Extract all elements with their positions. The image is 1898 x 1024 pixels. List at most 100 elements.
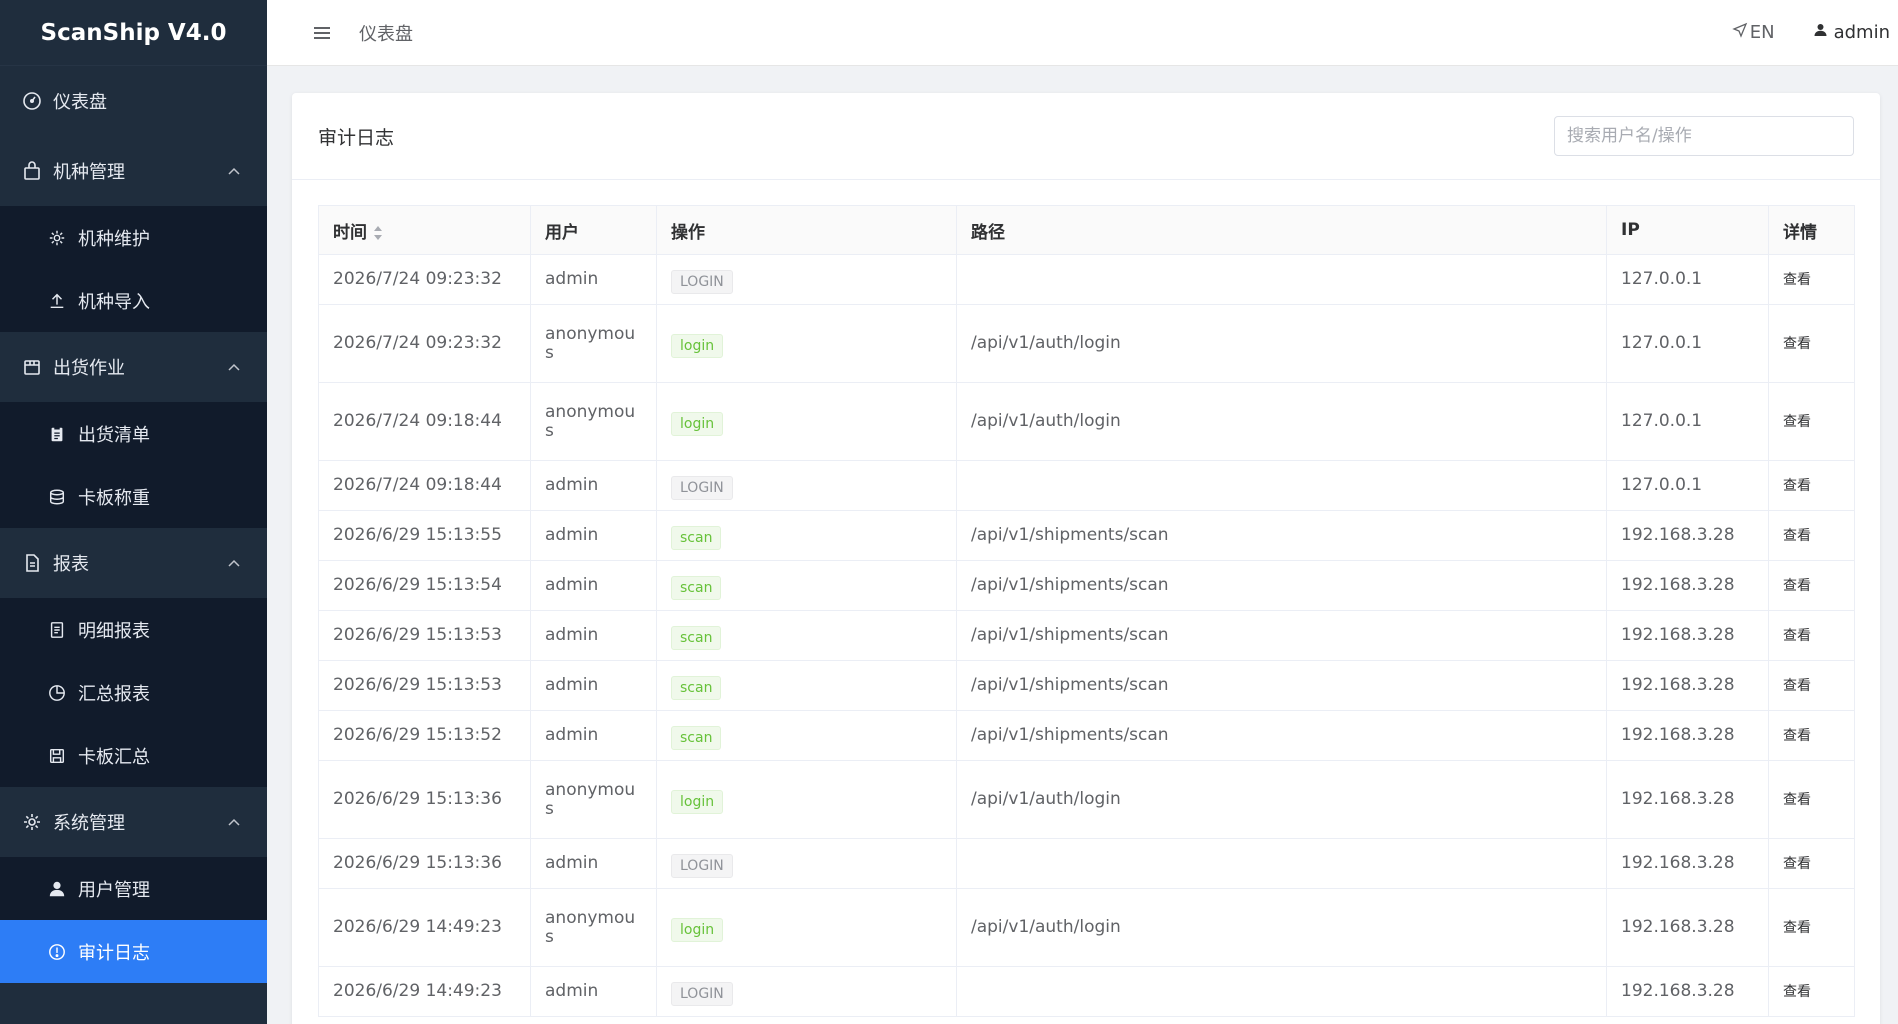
view-detail-link[interactable]: 查看 bbox=[1783, 678, 1811, 694]
sidebar-item-pallet-weigh[interactable]: 卡板称重 bbox=[0, 465, 267, 528]
sort-icon[interactable] bbox=[373, 225, 383, 241]
user-menu[interactable]: admin bbox=[1813, 22, 1890, 43]
cell-user: anonymous bbox=[530, 304, 657, 383]
cell-path: /api/v1/auth/login bbox=[956, 888, 1607, 967]
cell-detail: 查看 bbox=[1768, 838, 1855, 889]
audit-log-table: 时间 用户 操作 路径 IP 详情 2026/7/24 09:23:32 admi… bbox=[318, 205, 1855, 1017]
table-row: 2026/7/24 09:23:32 anonymous login/api/v1/… bbox=[318, 304, 1855, 383]
cell-ip: 192.168.3.28 bbox=[1606, 510, 1769, 561]
table-row: 2026/7/24 09:18:44 admin LOGIN 127.0.0.1 查看 bbox=[318, 460, 1855, 511]
cell-detail: 查看 bbox=[1768, 560, 1855, 611]
sidebar-group-system[interactable]: 系统管理 bbox=[0, 787, 267, 857]
language-switch[interactable]: EN bbox=[1732, 22, 1775, 43]
cell-ip: 127.0.0.1 bbox=[1606, 382, 1769, 461]
cell-action: scan bbox=[656, 710, 957, 761]
action-tag: login bbox=[671, 333, 724, 358]
sidebar-group-reports[interactable]: 报表 bbox=[0, 528, 267, 598]
cell-time: 2026/6/29 15:13:55 bbox=[318, 510, 531, 561]
action-tag: login bbox=[671, 917, 724, 942]
view-detail-link[interactable]: 查看 bbox=[1783, 272, 1811, 288]
sidebar-group-label: 系统管理 bbox=[53, 813, 125, 834]
view-detail-link[interactable]: 查看 bbox=[1783, 792, 1811, 808]
cell-action: LOGIN bbox=[656, 966, 957, 1017]
audit-log-table-wrap: 时间 用户 操作 路径 IP 详情 2026/7/24 09:23:32 admi… bbox=[318, 205, 1855, 1017]
sidebar-item-label: 出货清单 bbox=[78, 424, 150, 446]
card-header: 审计日志 bbox=[292, 93, 1880, 180]
cell-ip: 192.168.3.28 bbox=[1606, 760, 1769, 839]
cell-ip: 192.168.3.28 bbox=[1606, 660, 1769, 711]
clipboard-icon bbox=[46, 423, 68, 445]
cell-detail: 查看 bbox=[1768, 610, 1855, 661]
sidebar-item-user-management[interactable]: 用户管理 bbox=[0, 857, 267, 920]
cell-user: anonymous bbox=[530, 382, 657, 461]
action-tag: scan bbox=[671, 575, 722, 600]
action-tag: scan bbox=[671, 725, 722, 750]
sidebar-item-audit-log[interactable]: 审计日志 bbox=[0, 920, 267, 983]
cell-path: /api/v1/shipments/scan bbox=[956, 610, 1607, 661]
view-detail-link[interactable]: 查看 bbox=[1783, 578, 1811, 594]
column-header-time[interactable]: 时间 bbox=[318, 205, 531, 255]
view-detail-link[interactable]: 查看 bbox=[1783, 856, 1811, 872]
table-row: 2026/7/24 09:23:32 admin LOGIN 127.0.0.1 查看 bbox=[318, 254, 1855, 305]
action-tag: LOGIN bbox=[671, 981, 733, 1006]
view-detail-link[interactable]: 查看 bbox=[1783, 628, 1811, 644]
search-input[interactable] bbox=[1554, 116, 1854, 156]
sidebar-item-pallet-summary[interactable]: 卡板汇总 bbox=[0, 724, 267, 787]
cell-detail: 查看 bbox=[1768, 888, 1855, 967]
sidebar-item-shipment-list[interactable]: 出货清单 bbox=[0, 402, 267, 465]
table-header-row: 时间 用户 操作 路径 IP 详情 bbox=[318, 205, 1855, 255]
column-header-detail: 详情 bbox=[1768, 205, 1855, 255]
cell-time: 2026/6/29 15:13:53 bbox=[318, 610, 531, 661]
sidebar-item-dashboard[interactable]: 仪表盘 bbox=[0, 66, 267, 136]
cell-detail: 查看 bbox=[1768, 510, 1855, 561]
info-circle-icon bbox=[46, 941, 68, 963]
cell-path bbox=[956, 254, 1607, 305]
sidebar-item-model-maintain[interactable]: 机种维护 bbox=[0, 206, 267, 269]
action-tag: scan bbox=[671, 675, 722, 700]
view-detail-link[interactable]: 查看 bbox=[1783, 528, 1811, 544]
sidebar-item-label: 明细报表 bbox=[78, 620, 150, 642]
cell-ip: 127.0.0.1 bbox=[1606, 304, 1769, 383]
cell-user: admin bbox=[530, 254, 657, 305]
cell-user: admin bbox=[530, 660, 657, 711]
cell-action: LOGIN bbox=[656, 460, 957, 511]
cell-user: anonymous bbox=[530, 888, 657, 967]
hamburger-menu-icon[interactable] bbox=[311, 22, 333, 44]
chevron-up-icon bbox=[227, 815, 241, 829]
view-detail-link[interactable]: 查看 bbox=[1783, 478, 1811, 494]
table-row: 2026/6/29 14:49:23 anonymous login/api/v1/… bbox=[318, 888, 1855, 967]
action-tag: LOGIN bbox=[671, 475, 733, 500]
cell-time: 2026/7/24 09:23:32 bbox=[318, 254, 531, 305]
cell-ip: 192.168.3.28 bbox=[1606, 710, 1769, 761]
view-detail-link[interactable]: 查看 bbox=[1783, 920, 1811, 936]
cell-user: admin bbox=[530, 560, 657, 611]
view-detail-link[interactable]: 查看 bbox=[1783, 984, 1811, 1000]
cell-action: LOGIN bbox=[656, 838, 957, 889]
database-icon bbox=[46, 486, 68, 508]
column-header-ip: IP bbox=[1606, 205, 1769, 255]
user-icon bbox=[1813, 22, 1834, 43]
cell-time: 2026/6/29 15:13:53 bbox=[318, 660, 531, 711]
chevron-up-icon bbox=[227, 556, 241, 570]
cell-path: /api/v1/shipments/scan bbox=[956, 710, 1607, 761]
gear-icon bbox=[46, 227, 68, 249]
cell-action: login bbox=[656, 760, 957, 839]
cell-user: admin bbox=[530, 460, 657, 511]
cell-path: /api/v1/shipments/scan bbox=[956, 660, 1607, 711]
sidebar-item-summary-report[interactable]: 汇总报表 bbox=[0, 661, 267, 724]
sidebar-item-model-import[interactable]: 机种导入 bbox=[0, 269, 267, 332]
view-detail-link[interactable]: 查看 bbox=[1783, 336, 1811, 352]
cell-path bbox=[956, 966, 1607, 1017]
sidebar-group-shipping[interactable]: 出货作业 bbox=[0, 332, 267, 402]
breadcrumb[interactable]: 仪表盘 bbox=[359, 20, 413, 46]
brand-logo: ScanShip V4.0 bbox=[0, 0, 267, 66]
cell-path: /api/v1/auth/login bbox=[956, 760, 1607, 839]
cell-detail: 查看 bbox=[1768, 460, 1855, 511]
view-detail-link[interactable]: 查看 bbox=[1783, 728, 1811, 744]
sidebar-item-label: 仪表盘 bbox=[53, 92, 107, 113]
sidebar-group-model[interactable]: 机种管理 bbox=[0, 136, 267, 206]
save-icon bbox=[46, 745, 68, 767]
view-detail-link[interactable]: 查看 bbox=[1783, 414, 1811, 430]
sidebar-item-detail-report[interactable]: 明细报表 bbox=[0, 598, 267, 661]
list-document-icon bbox=[46, 619, 68, 641]
